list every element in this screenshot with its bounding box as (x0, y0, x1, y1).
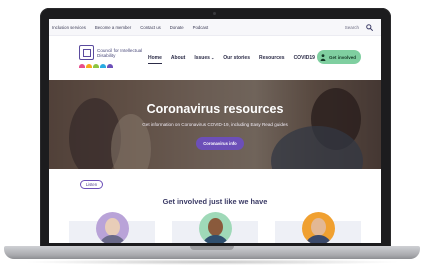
util-link-become-member[interactable]: Become a member (95, 25, 131, 30)
util-link-podcast[interactable]: Podcast (193, 25, 209, 30)
logo-dot (79, 64, 85, 68)
laptop-base (4, 246, 420, 259)
nav-item-resources[interactable]: Resources (259, 55, 285, 61)
nav-item-covid19[interactable]: COVID19 (294, 55, 315, 61)
chevron-down-icon: ⌄ (210, 55, 215, 60)
logo-dot (93, 64, 99, 68)
search-input[interactable]: Search (345, 19, 359, 36)
util-link-inclusion-services[interactable]: Inclusion services (52, 25, 86, 30)
get-involved-button[interactable]: Get involved (316, 50, 361, 64)
util-link-donate[interactable]: Donate (170, 25, 184, 30)
avatar-face (311, 218, 326, 236)
logo-mark-icon (79, 45, 94, 60)
avatar-face (208, 218, 223, 236)
avatar-body (202, 235, 229, 243)
avatar (199, 212, 232, 243)
person-icon (320, 53, 326, 61)
avatar-body (305, 235, 332, 243)
logo-dot (100, 64, 106, 68)
search-icon[interactable] (366, 24, 373, 31)
hero-banner: Coronavirus resources Get information on… (49, 80, 381, 169)
logo-color-dots (79, 64, 113, 68)
nav-item-issues-label: Issues (194, 55, 210, 61)
nav-item-home[interactable]: Home (148, 55, 162, 64)
nav-item-our-stories[interactable]: Our stories (223, 55, 250, 61)
avatar-body (99, 235, 126, 243)
section-title: Get involved just like we have (162, 197, 268, 206)
main-nav: Home About Issues⌄ Our stories Resources… (148, 36, 315, 80)
logo-dot (107, 64, 113, 68)
nav-item-about[interactable]: About (171, 55, 185, 61)
logo-dot (86, 64, 92, 68)
avatar (96, 212, 129, 243)
utility-links: Inclusion services Become a member Conta… (52, 19, 208, 36)
logo-text: Council for Intellectual Disability (97, 48, 143, 58)
hero-subtitle: Get information on Coronavirus COVID-19,… (142, 122, 288, 127)
avatar (302, 212, 335, 243)
webcam (213, 12, 216, 15)
site-header: Council for Intellectual Disability Home… (49, 36, 381, 80)
hero-title: Coronavirus resources (146, 102, 284, 116)
avatar-face (105, 218, 120, 236)
get-involved-label: Get involved (328, 54, 356, 60)
nav-item-issues[interactable]: Issues⌄ (194, 55, 214, 61)
laptop-shadow (22, 259, 402, 265)
util-link-contact-us[interactable]: Contact us (140, 25, 161, 30)
coronavirus-info-button[interactable]: Coronavirus info (196, 137, 244, 150)
browser-screen: Inclusion services Become a member Conta… (49, 19, 381, 243)
site-logo[interactable]: Council for Intellectual Disability (79, 43, 142, 70)
listen-button[interactable]: Listen (80, 180, 103, 189)
get-involved-section: Listen Get involved just like we have (49, 169, 381, 243)
laptop-notch (190, 246, 234, 250)
utility-bar: Inclusion services Become a member Conta… (49, 19, 381, 36)
